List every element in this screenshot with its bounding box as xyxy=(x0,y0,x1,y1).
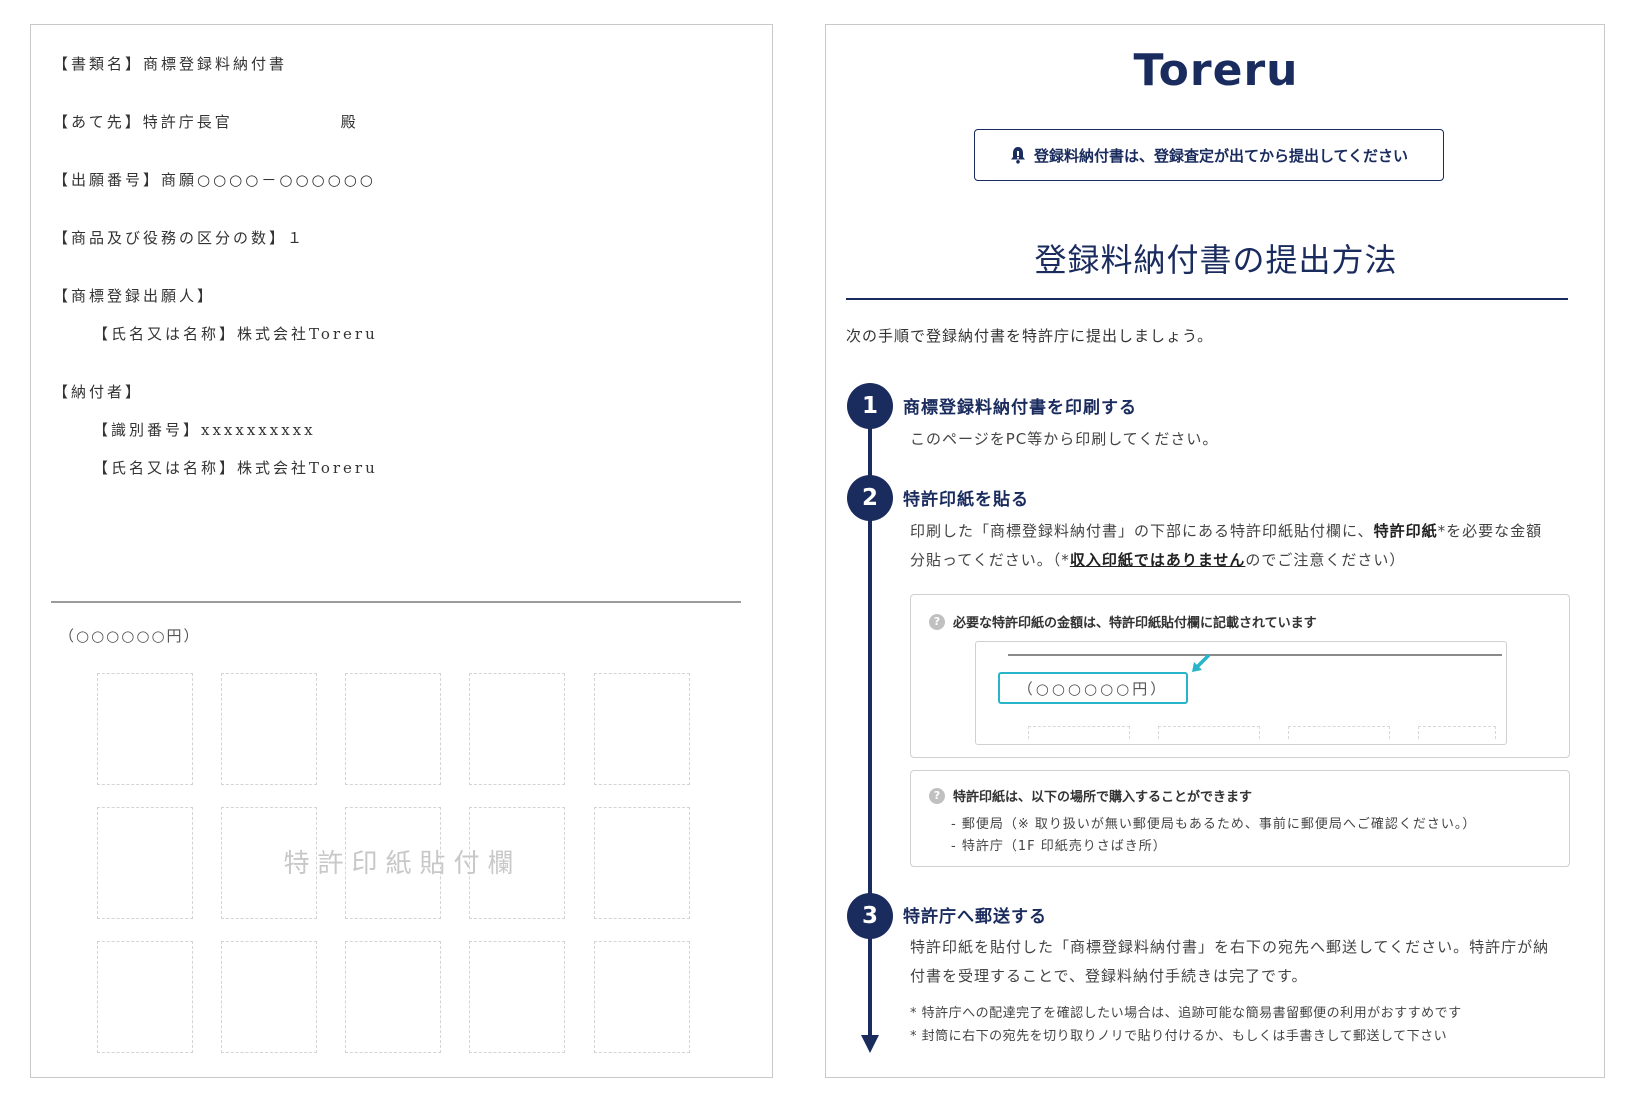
step-2-title: 特許印紙を貼る xyxy=(903,490,1029,510)
illustration-stamp-slot xyxy=(1158,726,1260,739)
not-revenue-stamp-warning: 収入印紙ではありません xyxy=(1069,551,1246,569)
stamp-amount-label: （○○○○○○円） xyxy=(59,627,201,645)
highlighted-amount: （○○○○○○円） xyxy=(998,672,1188,704)
stamp-slot xyxy=(97,673,193,785)
stamp-purchase-info-box: ? 特許印紙は、以下の場所で購入することができます - 郵便局（※ 取り扱いが無… xyxy=(910,770,1570,867)
doc-field-addressee: 【あて先】特許庁長官 殿 xyxy=(53,113,359,131)
step-3-title: 特許庁へ郵送する xyxy=(903,907,1047,927)
illustration-stamp-slot xyxy=(1288,726,1390,739)
bell-icon xyxy=(1010,147,1025,164)
stamp-slot xyxy=(345,941,441,1053)
doc-field-payer-name: 【氏名又は名称】株式会社Toreru xyxy=(93,459,378,477)
page-title: 登録料納付書の提出方法 xyxy=(1034,241,1398,279)
stamp-slot xyxy=(594,941,690,1053)
stamp-slot xyxy=(594,673,690,785)
step-1-title: 商標登録料納付書を印刷する xyxy=(903,398,1137,418)
stamp-slot xyxy=(345,673,441,785)
toreru-logo: Toreru xyxy=(1133,45,1299,96)
pointer-arrow-icon xyxy=(1192,653,1211,672)
doc-field-application-number: 【出願番号】商願○○○○－○○○○○○ xyxy=(53,171,376,189)
doc-field-payer: 【納付者】 xyxy=(53,383,144,401)
stamp-amount-info-heading: ? 必要な特許印紙の金額は、特許印紙貼付欄に記載されています xyxy=(929,612,1317,631)
doc-field-class-count: 【商品及び役務の区分の数】１ xyxy=(53,229,306,247)
question-icon: ? xyxy=(929,787,945,804)
stamp-area-label: 特許印紙貼付欄 xyxy=(283,849,522,879)
purchase-location-patent-office: - 特許庁（1F 印紙売りさばき所） xyxy=(951,839,1167,854)
stamp-slot xyxy=(469,941,565,1053)
submission-guide: Toreru 登録料納付書は、登録査定が出てから提出してください 登録料納付書の… xyxy=(825,24,1605,1078)
stamp-amount-info-box: ? 必要な特許印紙の金額は、特許印紙貼付欄に記載されています （○○○○○○円） xyxy=(910,594,1570,758)
doc-field-identification-number: 【識別番号】xxxxxxxxxx xyxy=(93,421,316,439)
notice-text: 登録料納付書は、登録査定が出てから提出してください xyxy=(1033,146,1409,165)
stamp-purchase-info-heading: ? 特許印紙は、以下の場所で購入することができます xyxy=(929,786,1252,805)
step-3-note-envelope: * 封筒に右下の宛先を切り取りノリで貼り付けるか、もしくは手書きして郵送して下さ… xyxy=(910,1029,1448,1044)
step-1-text: このページをPC等から印刷してください。 xyxy=(910,430,1219,448)
doc-field-applicant: 【商標登録出願人】 xyxy=(53,287,216,305)
doc-field-applicant-name: 【氏名又は名称】株式会社Toreru xyxy=(93,325,378,343)
question-icon: ? xyxy=(929,613,945,630)
payment-form-document: 【書類名】商標登録料納付書 【あて先】特許庁長官 殿 【出願番号】商願○○○○－… xyxy=(30,24,773,1078)
stamp-slot xyxy=(221,941,317,1053)
stamp-slot xyxy=(97,941,193,1053)
illustration-stamp-slot xyxy=(1028,726,1130,739)
step-2-number: 2 xyxy=(847,475,893,521)
intro-text: 次の手順で登録納付書を特許庁に提出しましょう。 xyxy=(846,327,1214,345)
stamp-slot xyxy=(469,673,565,785)
purchase-location-post-office: - 郵便局（※ 取り扱いが無い郵便局もあるため、事前に郵便局へご確認ください。） xyxy=(951,817,1477,832)
stamp-area-divider xyxy=(51,601,741,603)
revenue-stamp-term: 特許印紙 xyxy=(1373,522,1438,540)
doc-field-document-name: 【書類名】商標登録料納付書 xyxy=(53,55,288,73)
timeline-arrow-icon xyxy=(861,1035,879,1053)
illustration-divider xyxy=(1008,654,1502,656)
step-3-number: 3 xyxy=(847,893,893,939)
step-3-note-tracking: * 特許庁への配達完了を確認したい場合は、追跡可能な簡易書留郵便の利用がおすすめ… xyxy=(910,1006,1462,1021)
stamp-area-illustration: （○○○○○○円） xyxy=(975,641,1507,745)
step-1-number: 1 xyxy=(847,383,893,429)
title-divider xyxy=(846,298,1568,300)
notice-banner: 登録料納付書は、登録査定が出てから提出してください xyxy=(974,129,1444,181)
step-3-text: 特許印紙を貼付した「商標登録料納付書」を右下の宛先へ郵送してください。特許庁が納… xyxy=(910,938,1550,985)
step-2-text: 印刷した「商標登録料納付書」の下部にある特許印紙貼付欄に、特許印紙*を必要な金額… xyxy=(910,522,1543,569)
illustration-stamp-slot xyxy=(1418,726,1496,739)
stamp-slot xyxy=(221,673,317,785)
